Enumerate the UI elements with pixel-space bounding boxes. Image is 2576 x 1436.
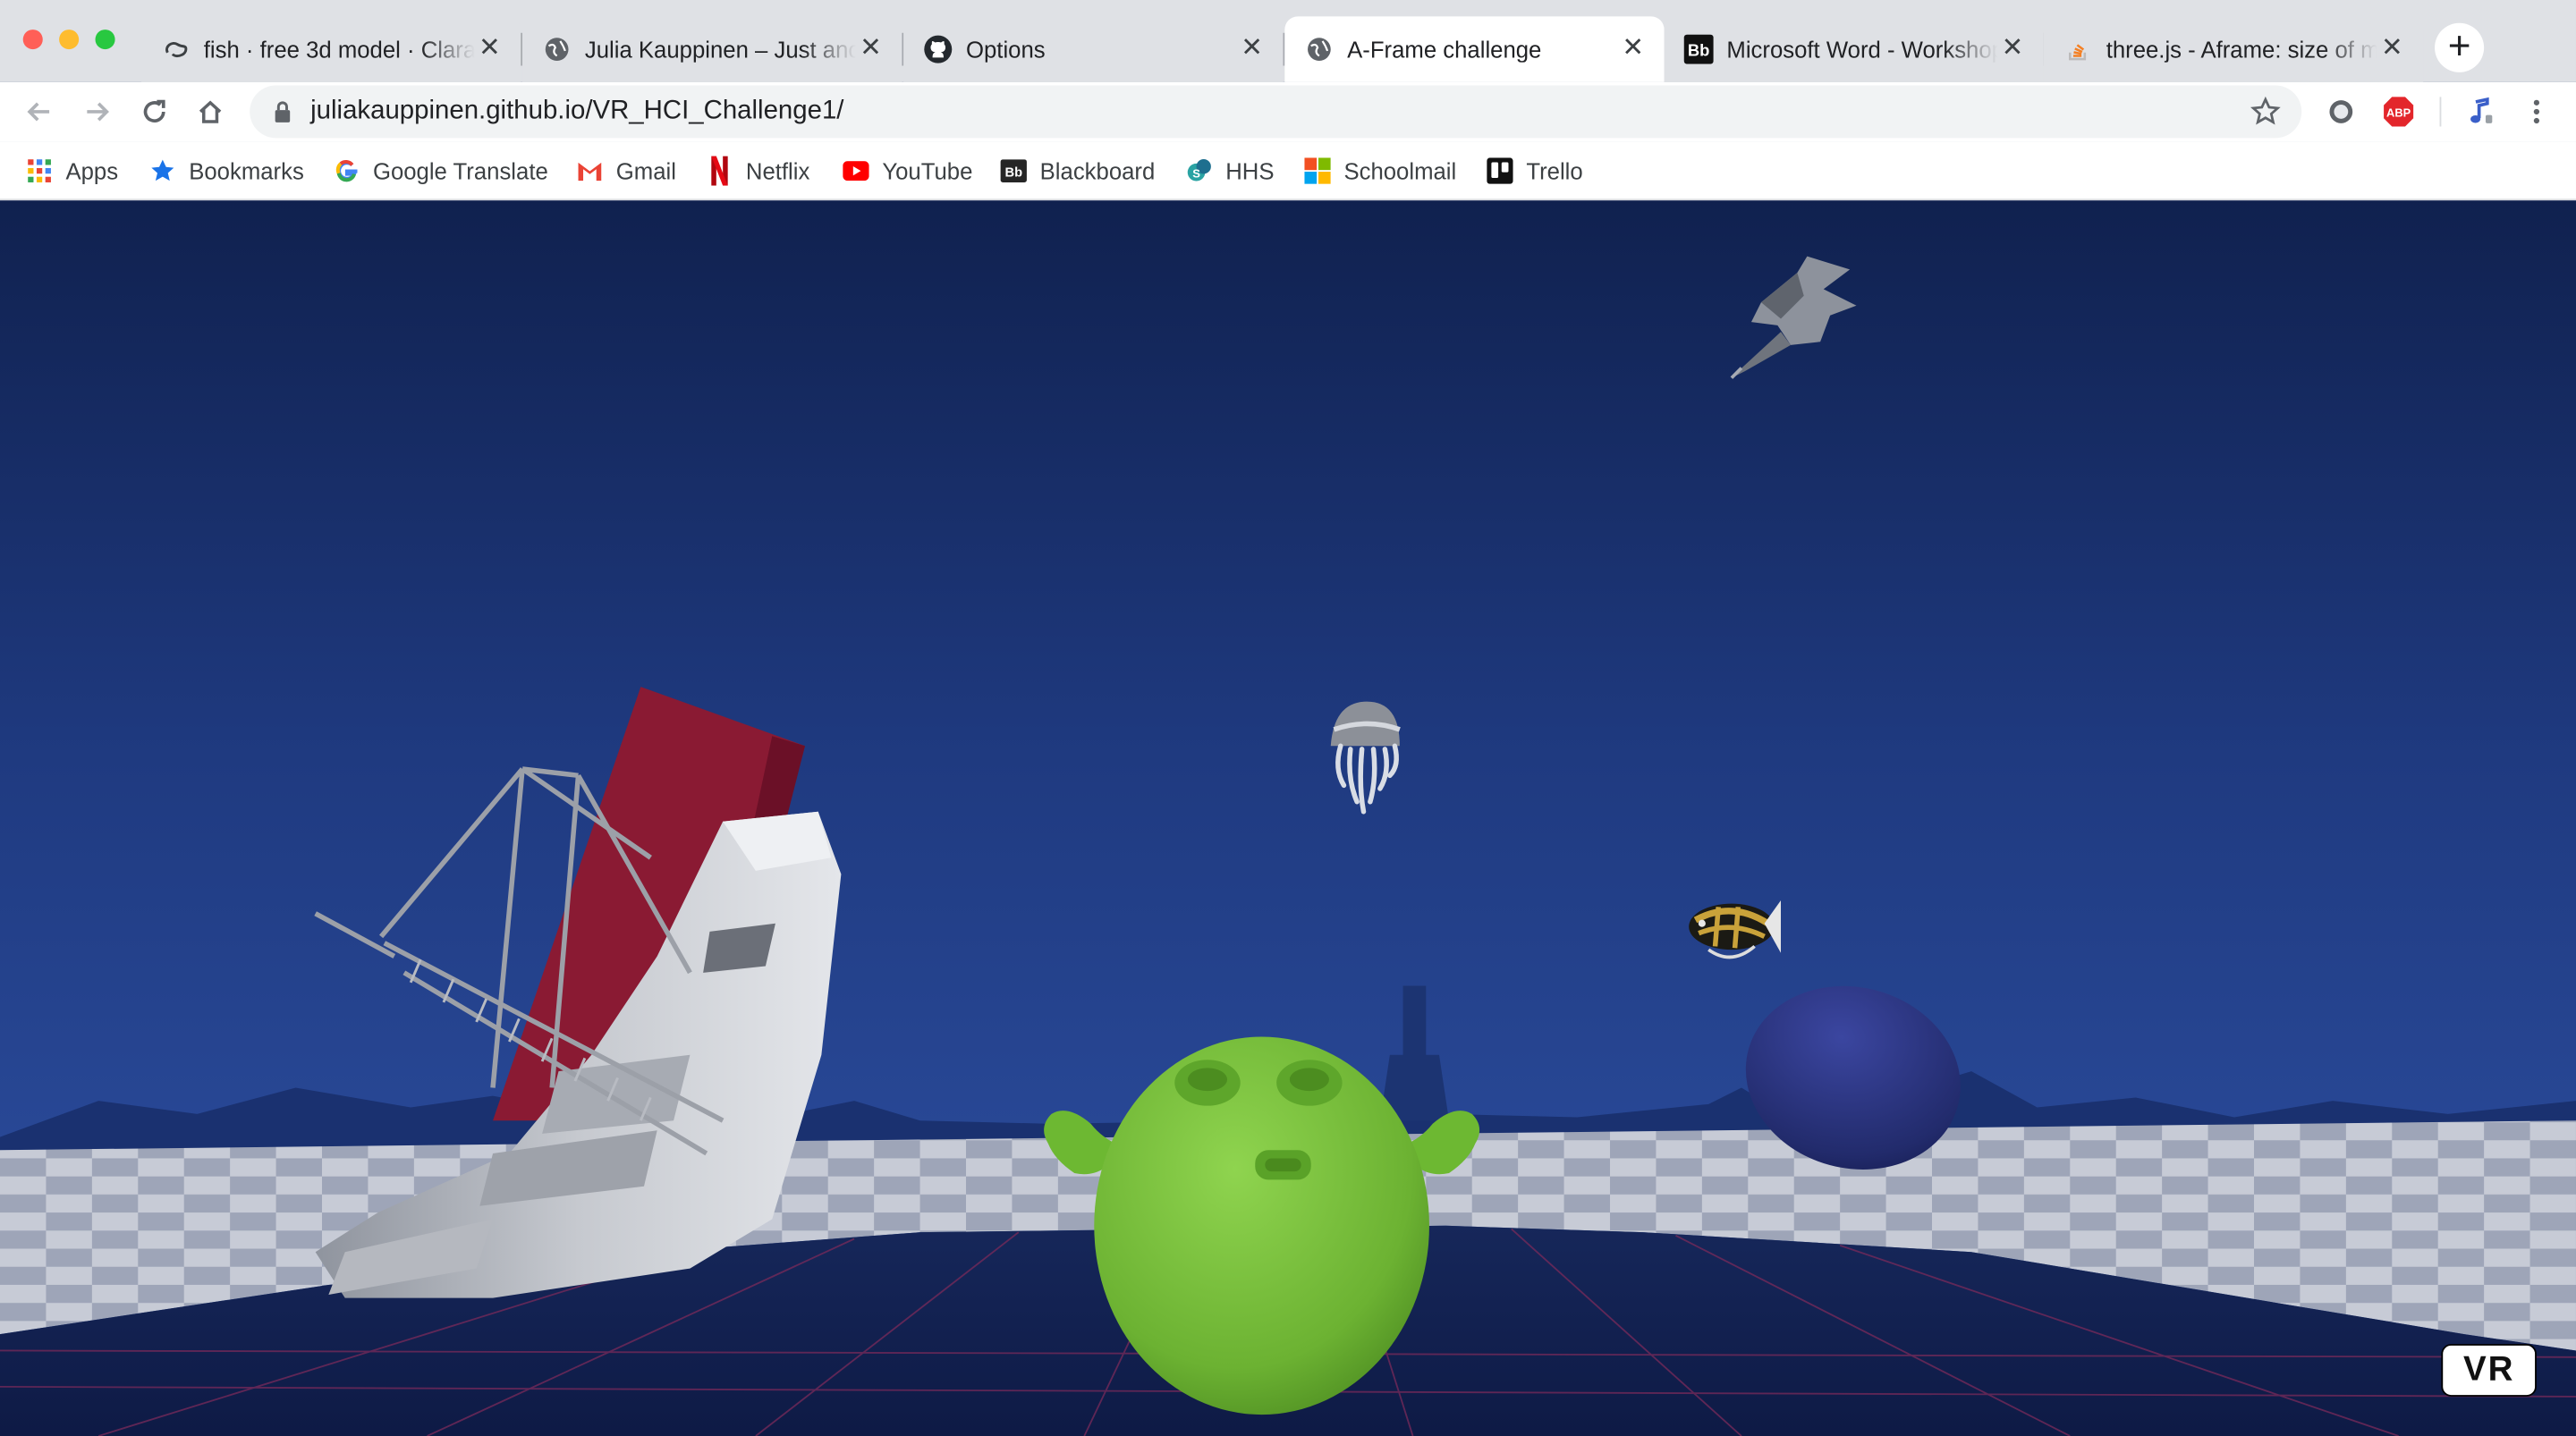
svg-text:S: S — [1192, 166, 1200, 180]
tab-aframe-challenge[interactable]: A-Frame challenge ✕ — [1284, 16, 1665, 82]
tab-julia-site[interactable]: Julia Kauppinen – Just another site ✕ — [522, 16, 904, 82]
tab-threejs-stackoverflow[interactable]: three.js - Aframe: size of model ✕ — [2043, 16, 2424, 82]
bookmark-hhs[interactable]: S HHS — [1186, 151, 1274, 190]
blackboard-icon: Bb — [1683, 34, 1714, 64]
scene-render — [0, 200, 2576, 1436]
bookmark-label: HHS — [1225, 157, 1275, 184]
tab-title: three.js - Aframe: size of model — [2106, 36, 2377, 63]
minimize-window-button[interactable] — [59, 30, 80, 50]
bookmark-label: Gmail — [615, 157, 676, 184]
home-button[interactable] — [186, 87, 235, 136]
reload-button[interactable] — [130, 87, 179, 136]
bookmark-bookmarks[interactable]: Bookmarks — [149, 151, 304, 190]
bookmark-label: Trello — [1526, 157, 1583, 184]
trello-icon — [1487, 157, 1513, 184]
adblock-label: ABP — [2386, 106, 2411, 119]
tab-options[interactable]: Options ✕ — [903, 16, 1285, 82]
gmail-icon — [577, 157, 603, 183]
tab-title: A-Frame challenge — [1347, 36, 1542, 63]
bookmark-trello[interactable]: Trello — [1487, 151, 1583, 190]
forward-button[interactable] — [72, 87, 122, 136]
apps-grid-icon — [26, 157, 52, 183]
stackoverflow-icon — [2063, 35, 2093, 64]
bookmark-label: Apps — [65, 157, 119, 184]
tab-title: fish · free 3d model · Clara.io — [203, 36, 475, 63]
bookmark-schoolmail[interactable]: Schoolmail — [1304, 151, 1456, 190]
svg-text:Bb: Bb — [1004, 166, 1022, 181]
tab-close-icon[interactable]: ✕ — [1997, 35, 2027, 64]
tab-close-icon[interactable]: ✕ — [1618, 35, 1648, 64]
new-tab-button[interactable]: + — [2435, 22, 2485, 72]
back-button[interactable] — [15, 87, 64, 136]
tab-title: Julia Kauppinen – Just another site — [584, 36, 856, 63]
back-arrow-icon — [27, 102, 50, 122]
star-icon — [149, 157, 175, 183]
lock-icon — [275, 101, 291, 122]
github-icon — [923, 35, 953, 64]
forward-arrow-icon — [87, 102, 109, 122]
bookmark-label: Bookmarks — [189, 157, 304, 184]
circle-extension-icon[interactable] — [2321, 92, 2360, 131]
bookmark-label: Schoolmail — [1343, 157, 1457, 184]
bookmark-apps[interactable]: Apps — [26, 151, 118, 190]
netflix-icon — [707, 156, 733, 186]
bookmark-label: Google Translate — [372, 157, 548, 184]
maximize-window-button[interactable] — [95, 30, 115, 50]
google-icon — [334, 157, 360, 183]
music-extension-icon[interactable] — [2460, 92, 2499, 131]
bookmark-star-icon — [2250, 96, 2281, 125]
hhs-icon: S — [1186, 157, 1212, 183]
adblock-icon[interactable]: ABP — [2379, 92, 2419, 131]
tab-close-icon[interactable]: ✕ — [2377, 35, 2407, 64]
tab-title: Microsoft Word - Workshop — [1726, 36, 1998, 63]
bookmark-youtube[interactable]: YouTube — [843, 151, 972, 190]
tab-close-icon[interactable]: ✕ — [856, 35, 886, 64]
address-bar[interactable]: juliakauppinen.github.io/VR_HCI_Challeng… — [250, 85, 2302, 139]
bookmark-gmail[interactable]: Gmail — [577, 151, 676, 190]
bookmark-label: Blackboard — [1039, 157, 1156, 184]
bookmark-netflix[interactable]: Netflix — [707, 151, 810, 190]
clara-icon — [161, 35, 191, 64]
tab-strip: fish · free 3d model · Clara.io ✕ Julia … — [0, 0, 2576, 82]
vr-mode-button[interactable]: VR — [2441, 1344, 2537, 1397]
microsoft-icon — [1304, 157, 1331, 184]
globe-icon — [1304, 35, 1334, 64]
aframe-scene-canvas[interactable]: VR — [0, 200, 2576, 1436]
tab-close-icon[interactable]: ✕ — [1237, 35, 1267, 64]
bookmark-google-translate[interactable]: Google Translate — [334, 151, 548, 190]
tab-title: Options — [965, 36, 1046, 63]
svg-text:Bb: Bb — [1688, 40, 1709, 59]
more-menu-icon[interactable] — [2517, 92, 2556, 131]
toolbar: juliakauppinen.github.io/VR_HCI_Challeng… — [0, 81, 2576, 142]
bookmark-blackboard[interactable]: Bb Blackboard — [1000, 151, 1156, 190]
reload-icon — [143, 99, 165, 122]
home-icon — [199, 100, 222, 123]
url-text[interactable]: juliakauppinen.github.io/VR_HCI_Challeng… — [310, 97, 843, 126]
blackboard-icon: Bb — [1000, 157, 1027, 183]
tab-microsoft-word[interactable]: Bb Microsoft Word - Workshop ✕ — [1664, 16, 2046, 82]
globe-icon — [542, 35, 572, 64]
tab-clara[interactable]: fish · free 3d model · Clara.io ✕ — [140, 16, 523, 82]
bookmarks-bar: Apps Bookmarks Google Translate Gmail Ne… — [0, 141, 2576, 201]
bookmark-label: YouTube — [882, 157, 973, 184]
browser-window: fish · free 3d model · Clara.io ✕ Julia … — [0, 0, 2576, 1436]
close-window-button[interactable] — [22, 30, 43, 50]
bookmark-label: Netflix — [745, 157, 810, 184]
youtube-icon — [843, 157, 869, 183]
tab-close-icon[interactable]: ✕ — [475, 35, 504, 64]
